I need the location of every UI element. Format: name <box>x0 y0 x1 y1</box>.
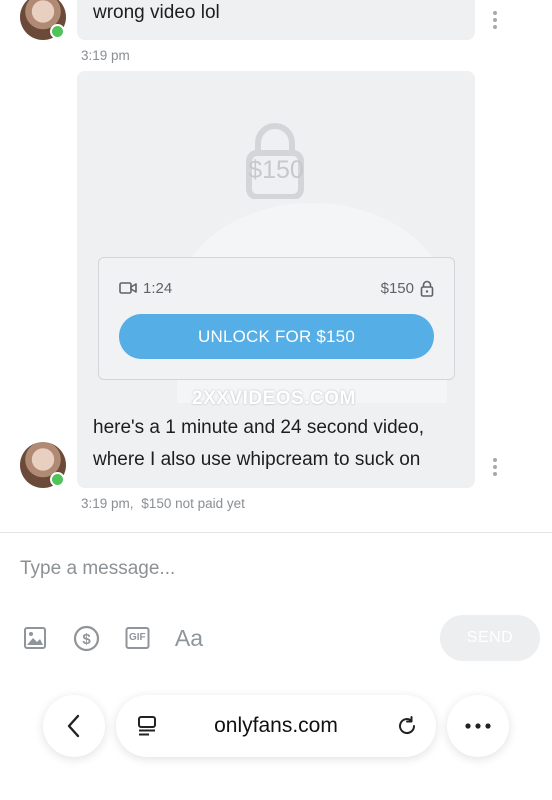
more-button[interactable] <box>447 695 509 757</box>
reload-icon[interactable] <box>396 715 418 737</box>
avatar[interactable] <box>20 0 66 40</box>
address-bar[interactable]: onlyfans.com <box>116 695 436 757</box>
unlock-card: 1:24 $150 UNLOCK FOR $150 <box>98 257 455 380</box>
url-text: onlyfans.com <box>214 714 338 737</box>
message-time: 3:19 pm, <box>81 496 134 511</box>
message-text-line-2: where I also use whipcream to suck on <box>93 449 421 470</box>
more-icon <box>465 723 491 729</box>
back-icon <box>67 714 80 738</box>
unlock-button[interactable]: UNLOCK FOR $150 <box>119 314 434 359</box>
video-camera-icon <box>119 282 137 294</box>
online-status-dot <box>50 472 65 487</box>
message-meta: 3:19 pm, $150 not paid yet <box>81 496 245 511</box>
message-options-icon[interactable] <box>493 11 497 29</box>
send-button[interactable]: SEND <box>440 615 540 661</box>
dollar-icon: $ <box>73 625 99 651</box>
image-button[interactable] <box>22 624 48 652</box>
text-format-button[interactable]: Aa <box>173 624 205 652</box>
divider <box>0 532 552 533</box>
locked-price-overlay: $150 <box>248 156 304 184</box>
gif-button[interactable]: GIF <box>124 624 152 652</box>
text-format-icon: Aa <box>174 624 204 651</box>
message-text-line-1: here's a 1 minute and 24 second video, <box>93 417 425 438</box>
message-input[interactable] <box>20 552 420 586</box>
svg-text:$: $ <box>82 631 91 648</box>
back-button[interactable] <box>43 695 105 757</box>
online-status-dot <box>50 24 65 39</box>
video-price: $150 <box>380 279 414 297</box>
payment-status: $150 not paid yet <box>141 496 245 511</box>
video-duration: 1:24 <box>143 279 173 297</box>
image-icon <box>24 627 46 649</box>
browser-toolbar: onlyfans.com <box>0 680 552 800</box>
gif-label: GIF <box>129 632 146 643</box>
message-time: 3:19 pm <box>81 48 130 63</box>
avatar[interactable] <box>20 442 66 488</box>
tip-button[interactable]: $ <box>72 624 100 652</box>
message-options-icon[interactable] <box>493 458 497 476</box>
message-text: wrong video lol <box>93 2 220 23</box>
lock-icon <box>420 280 434 297</box>
tabs-icon[interactable] <box>136 715 158 737</box>
